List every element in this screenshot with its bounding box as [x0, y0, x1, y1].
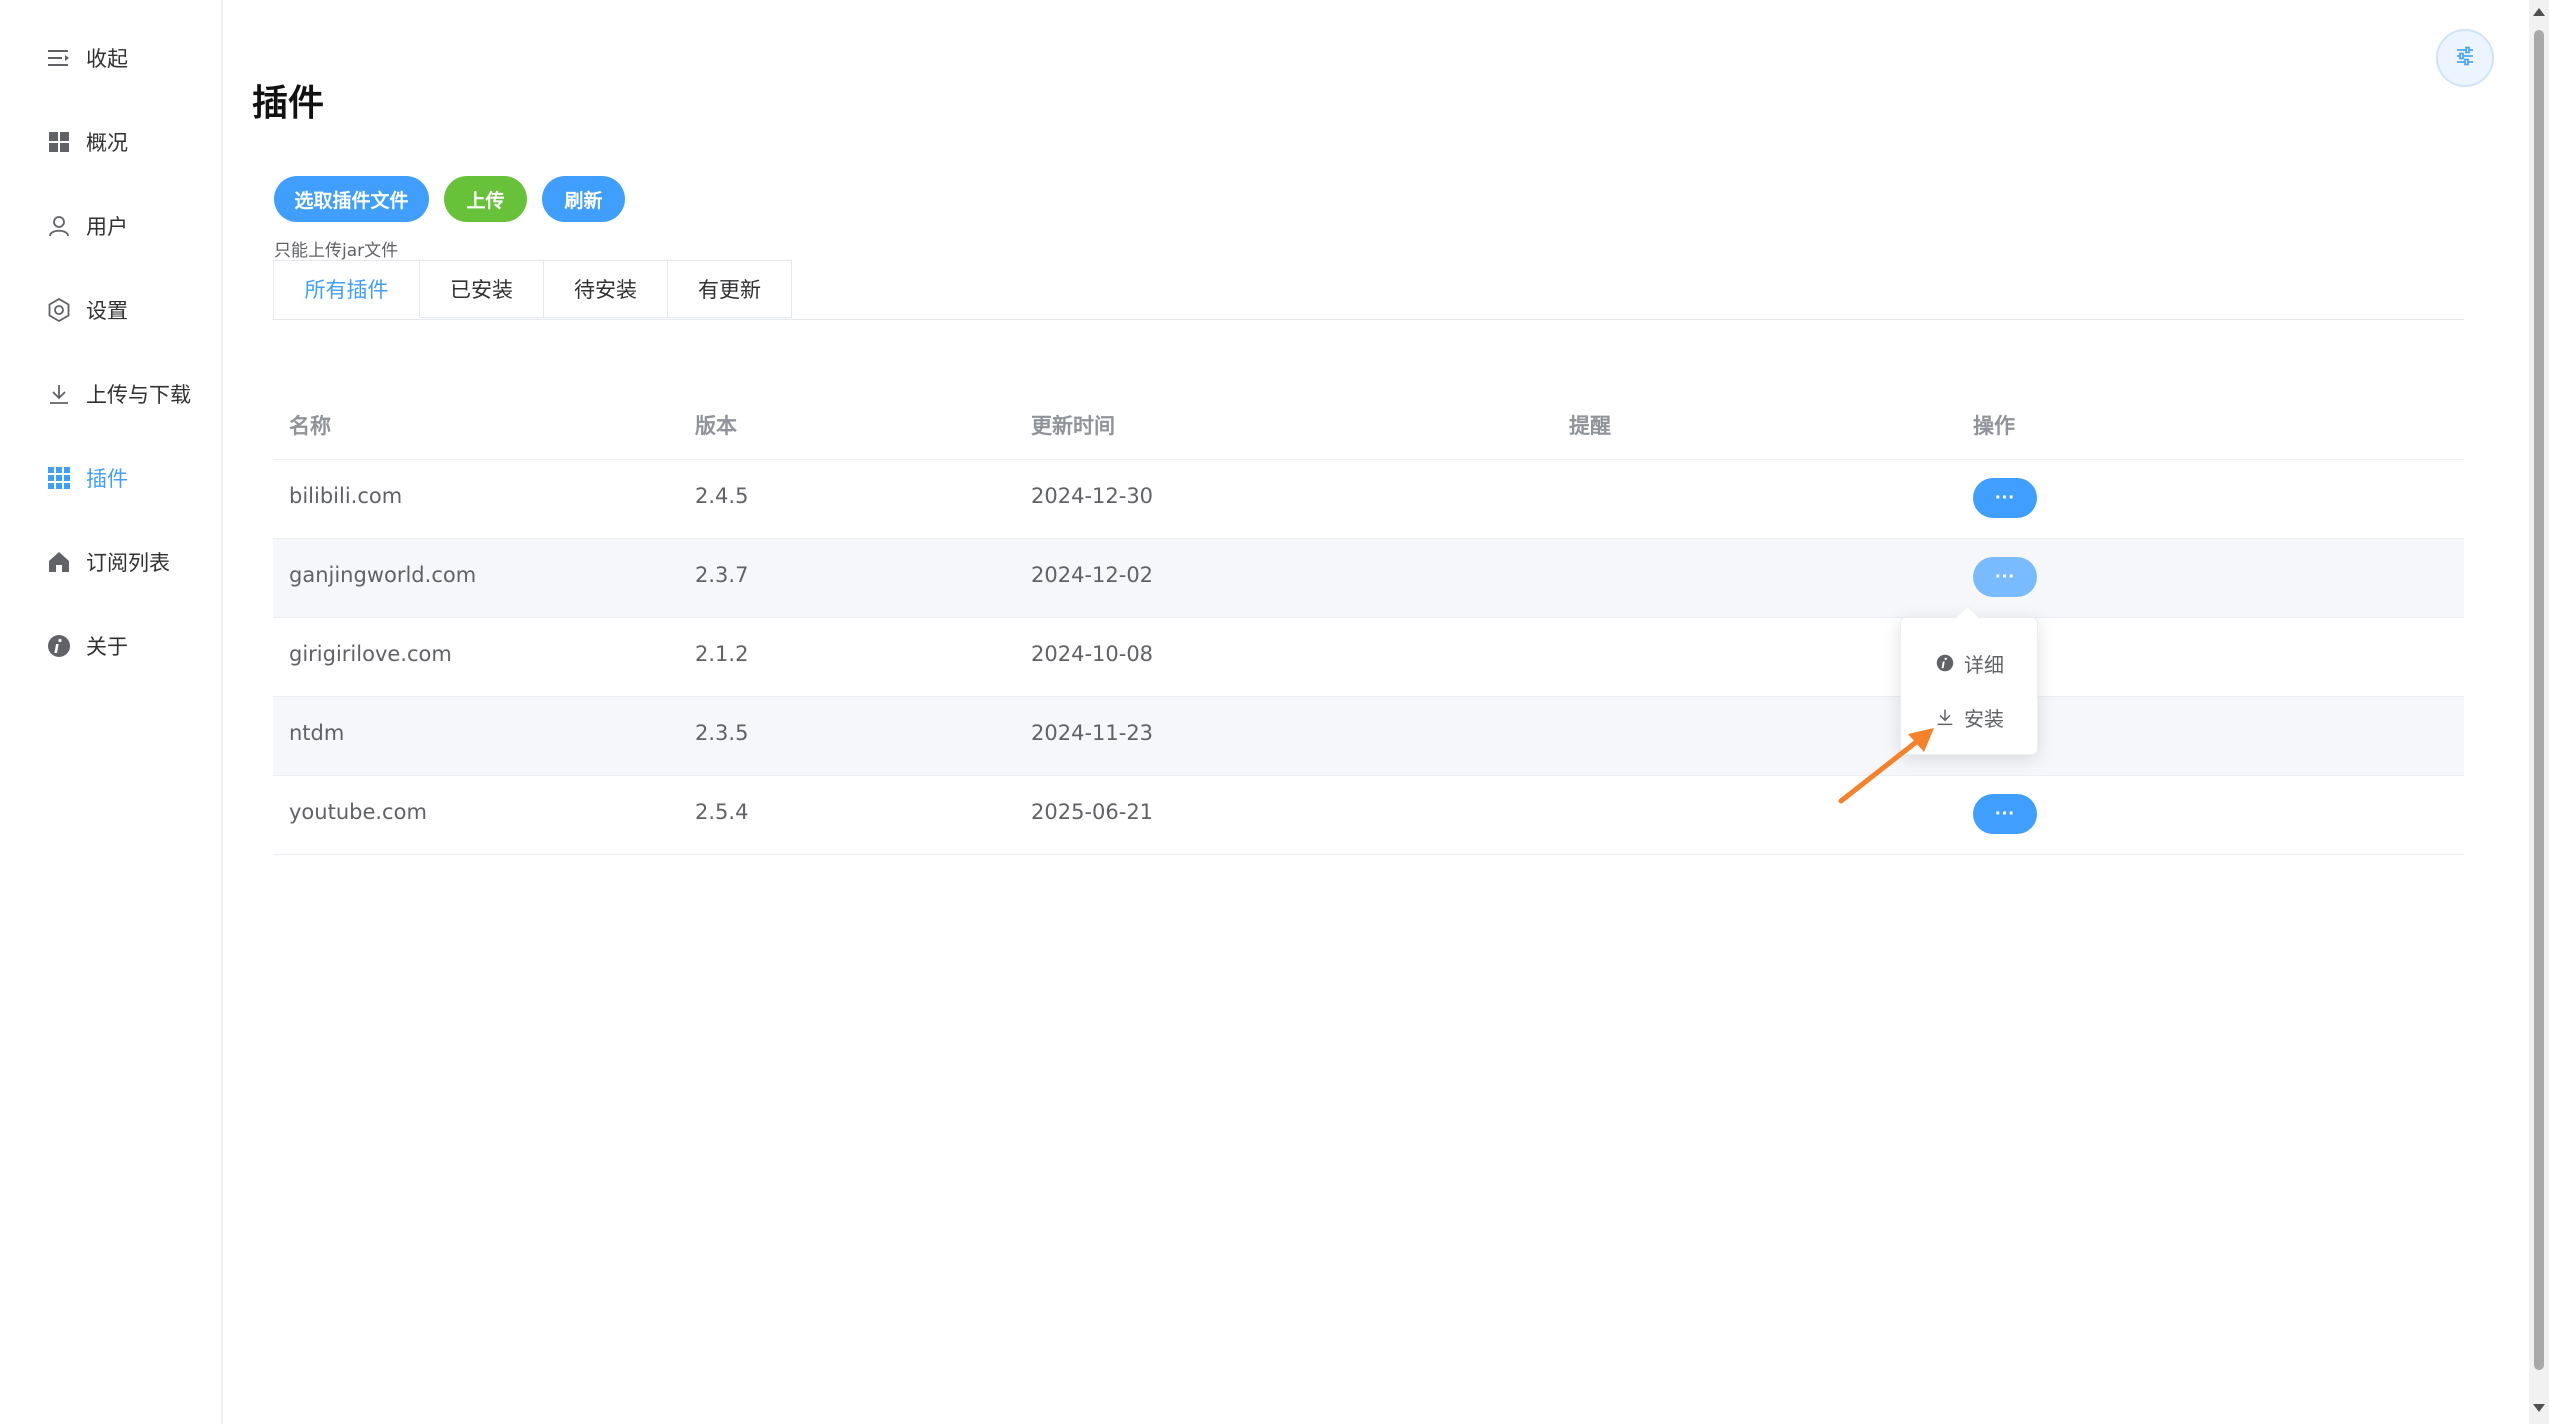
info-icon	[46, 633, 72, 659]
sidebar-item-label: 关于	[86, 635, 128, 659]
sidebar-item-subscriptions[interactable]: 订阅列表	[46, 542, 170, 582]
download-icon	[46, 381, 72, 407]
scrollbar-thumb[interactable]	[2534, 30, 2544, 1370]
plugin-updated: 2024-10-08	[1031, 642, 1154, 666]
sidebar-item-label: 用户	[86, 215, 128, 239]
sliders-icon	[2455, 46, 2475, 70]
table-row: bilibili.com 2.4.5 2024-12-30 ···	[273, 460, 2464, 539]
sidebar-item-transfer[interactable]: 上传与下载	[46, 374, 191, 414]
dashboard-icon	[46, 129, 72, 155]
plugin-tabs: 所有插件 已安装 待安装 有更新	[273, 260, 792, 320]
sidebar-item-label: 收起	[86, 47, 128, 71]
table-row: youtube.com 2.5.4 2025-06-21 ···	[273, 776, 2464, 855]
plugin-name: girigirilove.com	[289, 642, 452, 666]
refresh-button[interactable]: 刷新	[542, 176, 625, 222]
tab-installed[interactable]: 已安装	[420, 260, 544, 318]
plugin-updated: 2024-12-30	[1031, 484, 1154, 508]
plugin-name: ganjingworld.com	[289, 563, 477, 587]
tab-all-plugins[interactable]: 所有插件	[273, 260, 420, 318]
table-row: ganjingworld.com 2.3.7 2024-12-02 ···	[273, 539, 2464, 618]
more-actions-button[interactable]: ···	[1973, 794, 2037, 834]
plugin-version: 2.4.5	[695, 484, 749, 508]
sidebar: 收起 概况 用户 设置 上传与下载 插件 订阅列表 关于	[0, 0, 223, 1424]
sidebar-item-label: 设置	[86, 299, 128, 323]
annotation-arrow-icon	[1838, 728, 1934, 804]
sidebar-item-about[interactable]: 关于	[46, 626, 128, 666]
tab-updates[interactable]: 有更新	[668, 260, 792, 318]
plugin-updated: 2025-06-21	[1031, 800, 1154, 824]
plugin-name: ntdm	[289, 721, 345, 745]
plugin-name: youtube.com	[289, 800, 427, 824]
dropdown-item-label: 安装	[1964, 706, 2004, 731]
dropdown-item-details[interactable]: 详细	[1901, 638, 2039, 688]
info-icon	[1936, 654, 1954, 672]
scroll-up-icon[interactable]	[2533, 8, 2545, 16]
sidebar-item-label: 概况	[86, 131, 128, 155]
dropdown-item-label: 详细	[1964, 652, 2004, 677]
sidebar-item-label: 订阅列表	[86, 551, 170, 575]
plugin-updated: 2024-11-23	[1031, 721, 1154, 745]
collapse-icon	[46, 45, 72, 71]
sidebar-item-overview[interactable]: 概况	[46, 122, 128, 162]
plugin-version: 2.3.7	[695, 563, 749, 587]
sidebar-item-plugins[interactable]: 插件	[46, 458, 128, 498]
table-header: 名称 版本 更新时间 提醒 操作	[273, 386, 2464, 460]
plugin-version: 2.3.5	[695, 721, 749, 745]
column-header-note: 提醒	[1569, 414, 1611, 438]
grid-icon	[46, 465, 72, 491]
column-header-updated: 更新时间	[1031, 414, 1115, 438]
plugin-version: 2.5.4	[695, 800, 749, 824]
app-root: 收起 概况 用户 设置 上传与下载 插件 订阅列表 关于 插件 选取插件文件 上…	[0, 0, 2549, 1424]
settings-button[interactable]	[2436, 29, 2494, 87]
scroll-down-icon[interactable]	[2533, 1404, 2545, 1412]
more-actions-button[interactable]: ···	[1973, 478, 2037, 518]
upload-button[interactable]: 上传	[444, 176, 527, 222]
plugin-version: 2.1.2	[695, 642, 749, 666]
plugins-table: 名称 版本 更新时间 提醒 操作 bilibili.com 2.4.5 2024…	[273, 386, 2464, 855]
more-actions-button[interactable]: ···	[1973, 557, 2037, 597]
column-header-name: 名称	[289, 414, 331, 438]
tabs-divider	[273, 319, 2464, 320]
user-icon	[46, 213, 72, 239]
sidebar-item-label: 上传与下载	[86, 383, 191, 407]
home-icon	[46, 549, 72, 575]
upload-tip: 只能上传jar文件	[274, 241, 399, 261]
table-row: ntdm 2.3.5 2024-11-23	[273, 697, 2464, 776]
vertical-scrollbar[interactable]	[2529, 0, 2549, 1424]
column-header-ops: 操作	[1973, 414, 2015, 438]
select-plugin-file-button[interactable]: 选取插件文件	[274, 176, 429, 222]
sidebar-item-label: 插件	[86, 467, 128, 491]
plugin-name: bilibili.com	[289, 484, 403, 508]
sidebar-item-users[interactable]: 用户	[46, 206, 128, 246]
column-header-version: 版本	[695, 414, 737, 438]
page-title: 插件	[252, 83, 325, 124]
sidebar-item-settings[interactable]: 设置	[46, 290, 128, 330]
sidebar-item-collapse[interactable]: 收起	[46, 38, 128, 78]
plugin-updated: 2024-12-02	[1031, 563, 1154, 587]
gear-icon	[46, 297, 72, 323]
tab-pending-install[interactable]: 待安装	[544, 260, 668, 318]
table-row: girigirilove.com 2.1.2 2024-10-08	[273, 618, 2464, 697]
